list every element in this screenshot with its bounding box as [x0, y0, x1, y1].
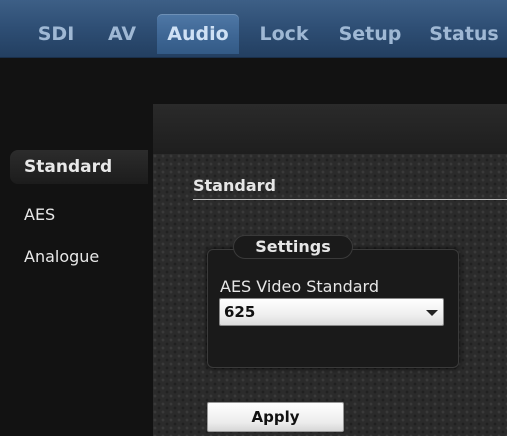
aes-video-standard-label: AES Video Standard: [220, 277, 379, 296]
top-nav-bar: SDI AV Audio Lock Setup Status: [0, 0, 507, 58]
chevron-down-icon: [426, 310, 438, 316]
select-value: 625: [224, 303, 256, 321]
sidebar-item-aes[interactable]: AES: [24, 205, 55, 224]
tab-lock[interactable]: Lock: [258, 14, 310, 54]
tab-setup[interactable]: Setup: [338, 14, 402, 54]
tab-av[interactable]: AV: [106, 14, 138, 54]
aes-video-standard-select[interactable]: 625: [219, 298, 444, 326]
apply-button[interactable]: Apply: [207, 402, 344, 432]
content-header-band: [153, 104, 507, 154]
tab-audio[interactable]: Audio: [157, 14, 239, 54]
tab-status[interactable]: Status: [428, 14, 500, 54]
header-band: [0, 58, 507, 104]
section-divider: [193, 199, 507, 200]
sidebar-item-standard[interactable]: Standard: [10, 150, 148, 184]
tab-sdi[interactable]: SDI: [34, 14, 78, 54]
settings-panel-title: Settings: [233, 235, 353, 259]
sidebar-item-analogue[interactable]: Analogue: [24, 247, 99, 266]
section-title: Standard: [193, 176, 276, 195]
